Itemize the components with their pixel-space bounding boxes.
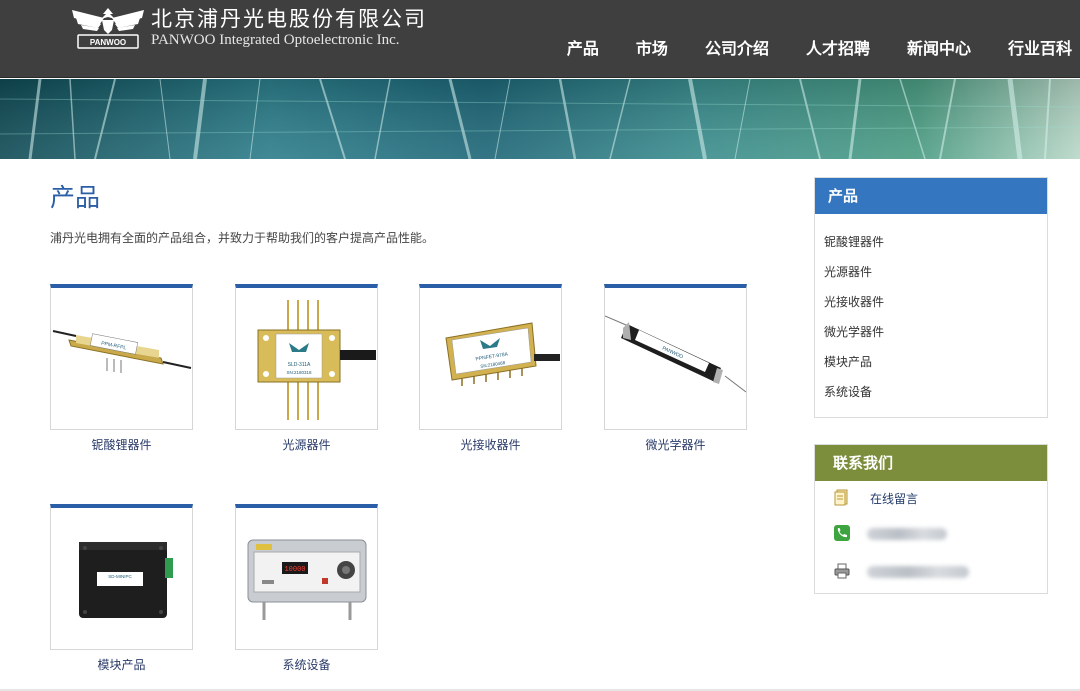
sidebar-contact-box: 联系我们 在线留言 (814, 444, 1048, 594)
nav-item-careers[interactable]: 人才招聘 (806, 38, 870, 60)
product-tile-module: SD-MINIPC 模块产品 (50, 504, 193, 673)
site-header: PANWOO 北京浦丹光电股份有限公司 PANWOO Integrated Op… (0, 0, 1080, 78)
product-label-micro-optics[interactable]: 微光学器件 (604, 436, 747, 453)
product-image-receiver[interactable]: PPNFET-978A SN:2180468 (419, 284, 562, 430)
product-image-micro-optics[interactable]: PANWOO (604, 284, 747, 430)
main-nav: 产品 市场 公司介绍 人才招聘 新闻中心 行业百科 (530, 38, 1072, 60)
nav-item-encyclopedia[interactable]: 行业百科 (1008, 38, 1072, 60)
company-name-cn: 北京浦丹光电股份有限公司 (151, 7, 427, 31)
company-name-en: PANWOO Integrated Optoelectronic Inc. (151, 32, 400, 48)
contact-row-message[interactable]: 在线留言 (815, 481, 1047, 517)
logo-text: PANWOO (90, 38, 126, 47)
product-tile-system: 10000 系统设备 (235, 504, 378, 673)
nav-item-products[interactable]: 产品 (567, 38, 599, 60)
sidebar-item-module[interactable]: 模块产品 (815, 347, 1047, 377)
sidebar-item-system[interactable]: 系统设备 (815, 377, 1047, 407)
sidebar-contact-title: 联系我们 (815, 445, 1047, 481)
phone-number-blurred (867, 528, 947, 540)
sidebar-item-micro-optics[interactable]: 微光学器件 (815, 317, 1047, 347)
nav-item-about[interactable]: 公司介绍 (705, 38, 769, 60)
product-image-linbo3[interactable]: PPM-RFPL (50, 284, 193, 430)
page-title: 产品 (50, 183, 101, 212)
product-label-receiver[interactable]: 光接收器件 (419, 436, 562, 453)
fiber-optic-banner-image (0, 79, 1080, 159)
sidebar-products-list: 铌酸锂器件 光源器件 光接收器件 微光学器件 模块产品 系统设备 (815, 214, 1047, 417)
product-label-system[interactable]: 系统设备 (235, 656, 378, 673)
device-display-system: 10000 (284, 566, 305, 574)
product-label-module[interactable]: 模块产品 (50, 656, 193, 673)
document-icon (834, 489, 848, 506)
contact-row-fax (815, 555, 1047, 593)
product-image-light-source[interactable]: SLD-311A SN:2180318 (235, 284, 378, 430)
sidebar-item-linbo3[interactable]: 铌酸锂器件 (815, 227, 1047, 257)
panwoo-eagle-logo[interactable]: PANWOO (70, 4, 146, 50)
product-image-module[interactable]: SD-MINIPC (50, 504, 193, 650)
product-tile-receiver: PPNFET-978A SN:2180468 光接收器件 (419, 284, 562, 453)
contact-message-link[interactable]: 在线留言 (870, 490, 918, 507)
product-label-linbo3[interactable]: 铌酸锂器件 (50, 436, 193, 453)
sidebar-item-receiver[interactable]: 光接收器件 (815, 287, 1047, 317)
sidebar-item-light-source[interactable]: 光源器件 (815, 257, 1047, 287)
nav-item-news[interactable]: 新闻中心 (907, 38, 971, 60)
device-text-module: SD-MINIPC (108, 574, 132, 579)
nav-item-market[interactable]: 市场 (636, 38, 668, 60)
contact-list: 在线留言 (815, 481, 1047, 593)
phone-icon (834, 525, 850, 541)
contact-row-phone (815, 517, 1047, 555)
product-tile-micro-optics: PANWOO 微光学器件 (604, 284, 747, 453)
product-image-system[interactable]: 10000 (235, 504, 378, 650)
device-text-light-source: SLD-311A (288, 362, 311, 368)
product-tile-light-source: SLD-311A SN:2180318 光源器件 (235, 284, 378, 453)
product-label-light-source[interactable]: 光源器件 (235, 436, 378, 453)
hero-banner (0, 79, 1080, 159)
printer-icon (834, 563, 850, 579)
product-tile-linbo3: PPM-RFPL 铌酸锂器件 (50, 284, 193, 453)
sidebar-products-box: 产品 铌酸锂器件 光源器件 光接收器件 微光学器件 模块产品 系统设备 (814, 177, 1048, 418)
intro-text: 浦丹光电拥有全面的产品组合，并致力于帮助我们的客户提高产品性能。 (50, 231, 435, 245)
sidebar-products-title: 产品 (815, 178, 1047, 214)
device-serial-light-source: SN:2180318 (286, 370, 312, 375)
fax-number-blurred (867, 566, 969, 578)
